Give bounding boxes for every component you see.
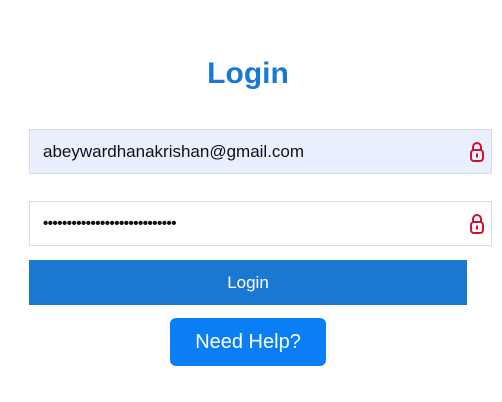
login-page: Login abeywardhanakrishan@gmail.com ••••…: [0, 0, 502, 402]
login-button[interactable]: Login: [29, 260, 467, 305]
password-value: ••••••••••••••••••••••••••••: [43, 215, 177, 232]
password-field[interactable]: ••••••••••••••••••••••••••••: [29, 201, 492, 246]
need-help-button[interactable]: Need Help?: [170, 318, 326, 366]
lock-icon[interactable]: [469, 213, 485, 235]
email-value: abeywardhanakrishan@gmail.com: [43, 142, 305, 161]
email-field[interactable]: abeywardhanakrishan@gmail.com: [29, 129, 492, 174]
page-title: Login: [207, 57, 289, 90]
lock-icon[interactable]: [469, 141, 485, 163]
